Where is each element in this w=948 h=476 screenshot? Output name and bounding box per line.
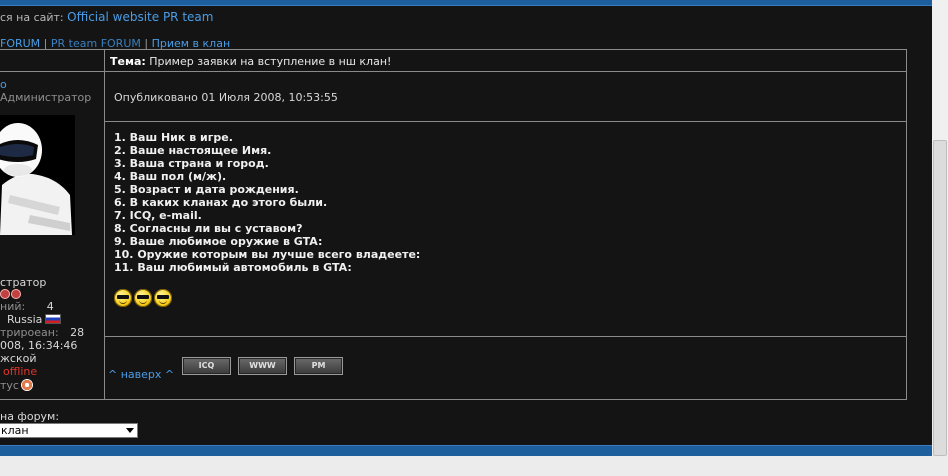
author-header-divider (0, 71, 104, 72)
cool-smiley-icon (154, 289, 172, 307)
subject-divider (104, 71, 907, 72)
online-status: offline (3, 365, 38, 378)
post-line: 6. В каких кланах до этого были. (114, 196, 328, 209)
author-role: Администратор (0, 91, 92, 104)
avatar (0, 115, 75, 235)
post-line: 7. ICQ, e-mail. (114, 209, 202, 222)
post-line: 2. Ваше настоящее Имя. (114, 144, 272, 157)
pm-button[interactable]: PM (294, 357, 343, 375)
scrollbar-thumb[interactable] (933, 140, 947, 456)
page-bottom (0, 456, 948, 476)
top-bar-line (0, 5, 932, 6)
post-line: 9. Ваше любимое оружие в GTA: (114, 235, 323, 248)
registered-date: 008, 16:34:46 (0, 339, 78, 352)
post-body: 1. Ваш Ник в игре. 2. Ваше настоящее Имя… (114, 131, 420, 274)
registered-value: 28 (70, 326, 85, 339)
status-lollipop-icon (20, 379, 33, 391)
subject-label: Тема: (110, 55, 146, 68)
posts-value: 4 (46, 300, 54, 313)
back-to-top-link[interactable]: ^ наверх ^ (108, 368, 174, 381)
russia-flag-icon (45, 314, 62, 324)
www-button[interactable]: WWW (238, 357, 287, 375)
author-country: Russia (0, 313, 62, 326)
post-line: 4. Ваш пол (м/ж). (114, 170, 227, 183)
jump-selected-value: клан (1, 424, 29, 437)
post-line: 3. Ваша страна и город. (114, 157, 269, 170)
posts-label: ний: (0, 300, 26, 313)
jump-to-forum-select[interactable]: клан (0, 423, 138, 438)
stig-helmet-avatar-image (0, 115, 75, 235)
status-label: тус (0, 379, 19, 392)
chevron-down-icon (126, 428, 134, 433)
site-link-row: ся на сайт: Official website PR team (0, 10, 213, 24)
smiley-row (114, 289, 172, 307)
author-name[interactable]: о (0, 78, 7, 91)
site-prefix: ся на сайт: (0, 11, 64, 24)
cool-smiley-icon (134, 289, 152, 307)
author-posts: ний: 4 (0, 300, 54, 313)
registered-label: трироеан: (0, 326, 59, 339)
body-divider (104, 336, 907, 337)
rank-star-icon (0, 289, 10, 299)
post-line: 1. Ваш Ник в игре. (114, 131, 233, 144)
rank-star-icon (11, 289, 21, 299)
post-line: 5. Возраст и дата рождения. (114, 183, 299, 196)
icq-button[interactable]: ICQ (182, 357, 231, 375)
rank-stars (0, 289, 21, 299)
cool-smiley-icon (114, 289, 132, 307)
author-gender: жской (0, 352, 37, 365)
author-status: тус (0, 379, 33, 392)
footer-bar (0, 446, 932, 456)
post-subject: Тема: Пример заявки на вступление в нш к… (110, 55, 391, 68)
post-published-date: Опубликовано 01 Июля 2008, 10:53:55 (114, 91, 338, 104)
country-name: Russia (7, 313, 43, 326)
column-divider (104, 49, 105, 400)
post-line: 11. Ваш любимый автомобиль в GTA: (114, 261, 352, 274)
author-registered: трироеан: 28 (0, 326, 84, 339)
author-rank: стратор (0, 276, 47, 289)
published-divider (104, 121, 907, 122)
post-line: 10. Оружие которым вы лучше всего владее… (114, 248, 421, 261)
official-site-link[interactable]: Official website PR team (67, 10, 213, 24)
subject-text: Пример заявки на вступление в нш клан! (149, 55, 392, 68)
jump-to-forum-label: на форум: (0, 410, 60, 423)
post-line: 8. Согласны ли вы с уставом? (114, 222, 303, 235)
